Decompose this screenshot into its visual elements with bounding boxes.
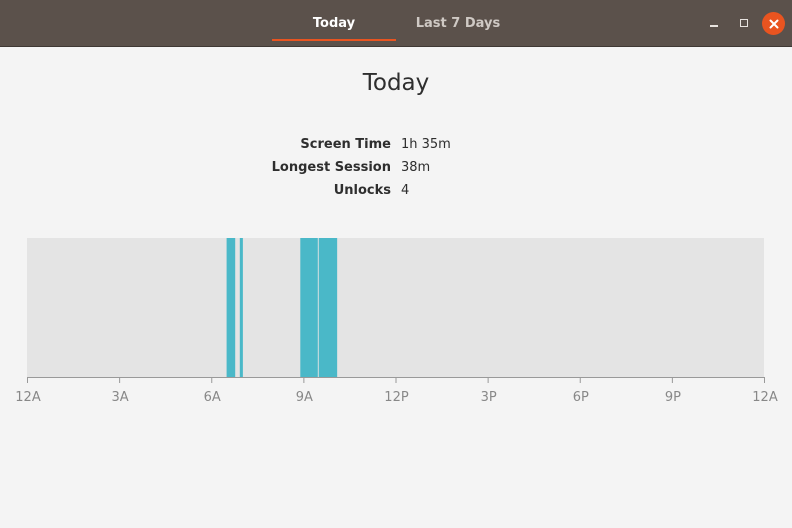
minimize-button[interactable]	[703, 12, 725, 34]
x-tick-label: 12A	[752, 390, 778, 405]
x-tick-label: 3A	[112, 390, 129, 405]
stat-row-unlocks: Unlocks 4	[0, 183, 792, 203]
stat-row-longest-session: Longest Session 38m	[0, 160, 792, 180]
session-bar	[226, 238, 236, 377]
stat-value: 38m	[401, 160, 431, 175]
maximize-button[interactable]	[733, 12, 755, 34]
session-bar	[318, 238, 338, 377]
x-tick-label: 12A	[15, 390, 41, 405]
session-bar	[300, 238, 318, 377]
header-bar: Today Last 7 Days	[0, 0, 792, 47]
tab-today[interactable]: Today	[272, 0, 396, 46]
x-tick-label: 6P	[573, 390, 589, 405]
stat-row-screen-time: Screen Time 1h 35m	[0, 137, 792, 157]
close-icon	[769, 19, 778, 28]
x-tick-label: 9A	[296, 390, 313, 405]
page-title: Today	[362, 70, 430, 96]
stat-value: 1h 35m	[401, 137, 451, 152]
x-tick-label: 6A	[204, 390, 221, 405]
x-tick-label: 3P	[481, 390, 497, 405]
minimize-icon	[710, 25, 718, 27]
stat-label: Longest Session	[271, 160, 391, 175]
usage-timeline-chart: 12A 3A 6A 9A 12P 3P 6P 9P 12A	[15, 238, 778, 405]
chart-plot-area	[27, 238, 764, 377]
session-bar	[239, 238, 243, 377]
maximize-icon	[740, 19, 748, 27]
stat-label: Unlocks	[333, 183, 391, 198]
close-button[interactable]	[762, 12, 785, 35]
x-tick-label: 9P	[665, 390, 681, 405]
stat-value: 4	[401, 183, 410, 198]
stat-label: Screen Time	[300, 137, 391, 152]
tab-last-7-days[interactable]: Last 7 Days	[396, 0, 520, 46]
x-tick-label: 12P	[384, 390, 409, 405]
